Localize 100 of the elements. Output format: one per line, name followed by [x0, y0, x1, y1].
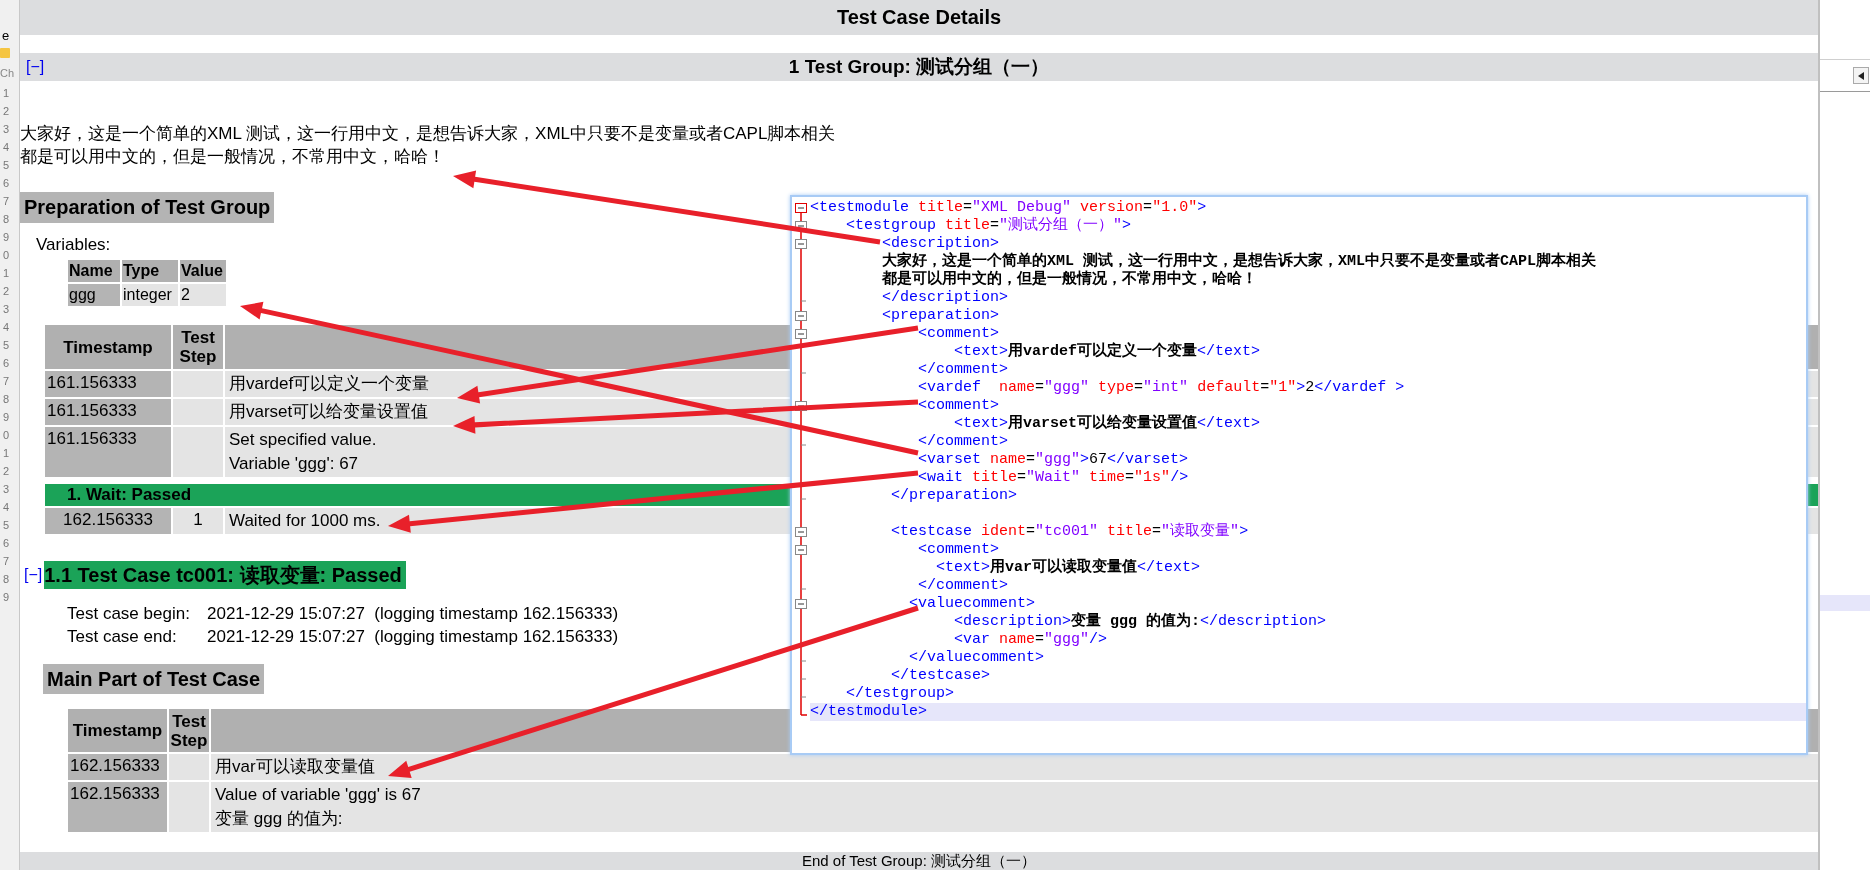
timestamp-cell: 162.156333 — [68, 782, 167, 832]
code-line: </comment> — [917, 577, 1009, 595]
column-header: Test Step — [169, 711, 209, 750]
code-line: <text>用vardef可以定义一个变量</text> — [953, 343, 1261, 361]
line-number: 1 — [2, 266, 10, 281]
step-cell — [169, 754, 209, 780]
line-number: 0 — [2, 428, 10, 443]
column-header: Timestamp — [63, 337, 153, 357]
message-text: Value of variable 'ggg' is 67 — [215, 784, 421, 806]
code-line: <testcase ident="tc001" title="读取变量"> — [890, 523, 1249, 541]
scroll-left-icon[interactable] — [1853, 67, 1869, 84]
code-line: <text>用var可以读取变量值</text> — [935, 559, 1201, 577]
timestamp-cell: 162.156333 — [45, 508, 171, 534]
code-line: 大家好，这是一个简单的XML 测试，这一行用中文，是想告诉大家，XML中只要不是变量或者CAPL脚本相关 — [881, 253, 1597, 270]
highlighted-row — [1820, 595, 1870, 611]
group-footer: End of Test Group: 测试分组（一） — [802, 852, 1036, 870]
line-number: 0 — [2, 248, 10, 263]
code-line: <vardef name="ggg" type="int" default="1">2</vardef > — [917, 379, 1405, 397]
line-number: 2 — [2, 284, 10, 299]
report-title: Test Case Details — [20, 0, 1818, 35]
info-label: Test case begin: — [67, 603, 191, 625]
code-line: </testcase> — [890, 667, 991, 685]
code-line: </comment> — [917, 361, 1009, 379]
code-line: <testmodule title="XML Debug" version="1.0"> — [810, 199, 1207, 216]
code-line: </valuecomment> — [908, 649, 1045, 667]
code-line: <comment> — [917, 541, 1000, 559]
line-number: 6 — [2, 356, 10, 371]
collapse-link[interactable]: [−] — [20, 563, 43, 587]
code-line: <text>用varset可以给变量设置值</text> — [953, 415, 1261, 433]
message-text: 用varset可以给变量设置值 — [229, 401, 429, 423]
code-line: <valuecomment> — [908, 595, 1036, 613]
section-heading: Main Part of Test Case — [43, 664, 265, 694]
menu-text: e — [1, 28, 10, 44]
line-number: 3 — [2, 122, 10, 137]
timestamp-cell: 161.156333 — [45, 399, 171, 425]
line-number: 8 — [2, 572, 10, 587]
message-text: Variable 'ggg': 67 — [229, 453, 359, 475]
group-description: 大家好，这是一个简单的XML 测试，这一行用中文，是想告诉大家，XML中只要不是变量或者CAPL脚本相关 都是可以用中文的，但是一般情况，不常用中文，哈哈！ — [20, 123, 836, 168]
line-number: 4 — [2, 320, 10, 335]
code-line: <varset name="ggg">67</varset> — [917, 451, 1189, 469]
line-number: 8 — [2, 392, 10, 407]
message-text: 用var可以读取变量值 — [215, 756, 375, 778]
section-heading: Preparation of Test Group — [20, 192, 275, 223]
line-number: 9 — [2, 590, 10, 605]
variable-cell: ggg — [68, 284, 120, 306]
code-line: <description>变量 ggg 的值为:</description> — [953, 613, 1327, 631]
line-number: 4 — [2, 140, 10, 155]
line-number: 5 — [2, 518, 10, 533]
line-number: 7 — [2, 374, 10, 389]
code-line: </preparation> — [890, 487, 1018, 505]
message-text: 变量 ggg 的值为: — [215, 808, 343, 830]
tab-text: Ch — [0, 66, 15, 80]
code-line: <wait title="Wait" time="1s"/> — [917, 469, 1189, 487]
variable-cell: integer — [122, 284, 178, 306]
group-title: 1 Test Group: 测试分组（一） — [787, 54, 1051, 79]
code-line: <var name="ggg"/> — [953, 631, 1108, 649]
timestamp-cell: 162.156333 — [68, 754, 167, 780]
step-cell — [173, 427, 223, 477]
collapse-icon[interactable] — [794, 595, 808, 613]
line-number: 7 — [2, 554, 10, 569]
line-number: 6 — [2, 176, 10, 191]
column-header: Name — [68, 260, 120, 282]
line-number: 2 — [2, 464, 10, 479]
line-number: 2 — [2, 104, 10, 119]
test-case-title: 1.1 Test Case tc001: 读取变量: Passed — [44, 561, 406, 589]
column-header: Value — [180, 260, 226, 282]
code-line: <preparation> — [881, 307, 1000, 325]
step-cell — [173, 399, 223, 425]
variables-label: Variables: — [36, 234, 111, 256]
column-header: Test Step — [178, 328, 218, 366]
line-number: 9 — [2, 230, 10, 245]
collapse-icon[interactable] — [794, 235, 808, 253]
line-number: 1 — [2, 446, 10, 461]
collapse-icon[interactable] — [794, 523, 808, 541]
info-value: 2021-12-29 15:07:27 (logging timestamp 162.156333) — [207, 603, 619, 625]
line-number: 6 — [2, 536, 10, 551]
timestamp-cell: 161.156333 — [45, 371, 171, 397]
info-label: Test case end: — [67, 626, 178, 648]
collapse-icon[interactable] — [794, 307, 808, 325]
variable-cell: 2 — [180, 284, 226, 306]
code-line: </comment> — [917, 433, 1009, 451]
line-number: 7 — [2, 194, 10, 209]
collapse-icon[interactable] — [794, 541, 808, 559]
collapse-icon[interactable] — [794, 325, 808, 343]
line-number: 5 — [2, 158, 10, 173]
line-number: 8 — [2, 212, 10, 227]
step-cell: 1 — [173, 508, 223, 534]
collapse-link[interactable]: [−] — [20, 54, 45, 79]
column-header: Timestamp — [72, 721, 163, 740]
step-cell — [169, 782, 209, 832]
folder-icon — [0, 48, 10, 58]
line-number: 3 — [2, 302, 10, 317]
code-line: </description> — [881, 289, 1009, 307]
code-line: 都是可以用中文的，但是一般情况，不常用中文，哈哈！ — [881, 271, 1257, 289]
code-line: <comment> — [917, 325, 1000, 343]
line-number: 1 — [2, 86, 10, 101]
info-value: 2021-12-29 15:07:27 (logging timestamp 162.156333) — [207, 626, 619, 648]
line-number: 4 — [2, 500, 10, 515]
code-line: <description> — [881, 235, 1000, 252]
message-text: Set specified value. — [229, 429, 377, 451]
